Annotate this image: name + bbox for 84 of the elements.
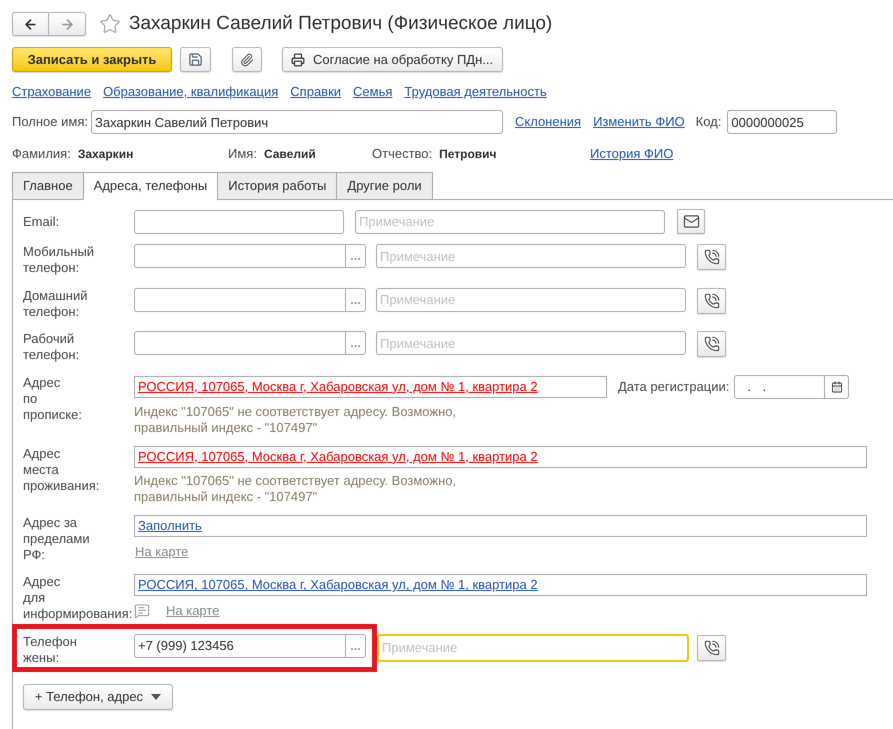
caret-icon [151, 694, 162, 700]
phone-field[interactable] [134, 244, 345, 268]
address-field[interactable]: РОССИЯ, 107065, Москва г, Хабаровская ул, дом № 1, квартира 2 [134, 446, 867, 468]
address-field[interactable]: РОССИЯ, 107065, Москва г, Хабаровская ул, дом № 1, квартира 2 [134, 574, 867, 596]
comment-icon[interactable] [134, 603, 150, 619]
save-button[interactable] [180, 47, 211, 72]
back-button[interactable] [12, 12, 49, 36]
address-field[interactable]: РОССИЯ, 107065, Москва г, Хабаровская ул, дом № 1, квартира 2 [134, 376, 607, 398]
tab[interactable]: Главное [12, 172, 84, 200]
window-title: Захаркин Савелий Петрович (Физическое лицо) [129, 12, 552, 36]
address-field[interactable]: Заполнить [134, 514, 867, 536]
section-link[interactable]: Семья [353, 84, 392, 100]
field-label: Телефон жены: [23, 634, 77, 666]
map-link[interactable]: На карте [166, 603, 220, 619]
envelope-icon [682, 213, 700, 230]
address-link[interactable]: Заполнить [138, 516, 202, 536]
note-field[interactable]: Примечание [377, 634, 689, 662]
note-field[interactable]: Примечание [376, 331, 686, 355]
field-label: Адрес места проживания: [23, 446, 100, 494]
note-field[interactable]: Примечание [376, 244, 686, 268]
field-value: Савелий [264, 146, 316, 162]
map-link[interactable]: На карте [135, 544, 188, 560]
phone-icon [704, 640, 720, 656]
field-label: Рабочий телефон: [23, 331, 80, 363]
star-icon[interactable] [99, 13, 121, 35]
field-label: Имя: [228, 146, 257, 162]
full-name-field[interactable]: Захаркин Савелий Петрович [90, 110, 503, 134]
calendar-button[interactable] [824, 374, 850, 398]
arrow-right-icon [60, 16, 74, 32]
phone-field[interactable] [134, 331, 345, 355]
call-button[interactable] [697, 288, 726, 314]
section-link[interactable]: Справки [290, 84, 342, 100]
warning-text: Индекс "107065" не соответствует адресу. Возможно, правильный индекс - "107497" [134, 404, 458, 436]
address-link[interactable]: РОССИЯ, 107065, Москва г, Хабаровская ул, дом № 1, квартира 2 [138, 575, 538, 595]
paperclip-icon [240, 52, 254, 66]
code-field[interactable]: 0000000025 [727, 110, 838, 134]
phone-icon [704, 249, 720, 265]
save-close-button[interactable]: Записать и закрыть [12, 47, 172, 72]
name-history-link[interactable]: История ФИО [590, 146, 893, 162]
address-link[interactable]: РОССИЯ, 107065, Москва г, Хабаровская ул, дом № 1, квартира 2 [138, 376, 538, 396]
call-button[interactable] [697, 331, 726, 357]
name-link[interactable]: Склонения [514, 112, 582, 132]
printer-icon [291, 52, 305, 66]
email-field[interactable] [134, 210, 344, 234]
phone-icon [704, 292, 720, 308]
section-link[interactable]: Трудовая деятельность [404, 84, 547, 100]
phone-field[interactable] [134, 288, 345, 312]
address-link[interactable]: РОССИЯ, 107065, Москва г, Хабаровская ул, дом № 1, квартира 2 [138, 446, 538, 466]
select-button[interactable] [345, 244, 366, 268]
select-button[interactable] [345, 331, 366, 355]
field-label: Email: [23, 214, 60, 230]
field-label: Отчество: [372, 146, 432, 162]
field-value: Петрович [439, 146, 497, 162]
field-label: Адрес за пределами РФ: [23, 514, 90, 562]
date-field[interactable]: . . [734, 374, 824, 398]
select-button[interactable] [345, 634, 366, 658]
tab[interactable]: История работы [217, 172, 338, 200]
tab[interactable]: Адреса, телефоны [82, 172, 218, 200]
note-field[interactable]: Примечание [355, 210, 665, 234]
phone-icon [704, 336, 720, 352]
field-value: Захаркин [78, 146, 134, 162]
print-button[interactable]: Согласие на обработку ПДн... [282, 47, 503, 72]
field-label: Дата регистрации: [618, 378, 730, 396]
name-link[interactable]: Изменить ФИО [593, 112, 685, 132]
note-field[interactable]: Примечание [376, 288, 686, 312]
call-button[interactable] [697, 244, 726, 270]
send-email-button[interactable] [677, 209, 705, 234]
field-label: Мобильный телефон: [23, 244, 94, 276]
field-label: Фамилия: [12, 146, 71, 162]
field-label: Адрес по прописке: [23, 374, 82, 422]
phone-field[interactable]: +7 (999) 123456 [134, 634, 345, 658]
section-link[interactable]: Страхование [12, 84, 92, 100]
tab[interactable]: Другие роли [336, 172, 433, 200]
select-button[interactable] [345, 288, 366, 312]
field-label: Адрес для информирования: [23, 574, 132, 622]
calendar-icon [830, 380, 843, 392]
call-button[interactable] [697, 634, 726, 661]
add-contact-button[interactable]: + Телефон, адрес [23, 684, 173, 710]
warning-text: Индекс "107065" не соответствует адресу. Возможно, правильный индекс - "107497" [134, 472, 458, 504]
section-link[interactable]: Образование, квалификация [103, 84, 278, 100]
field-label: Домашний телефон: [23, 288, 88, 320]
field-label: Полное имя: [12, 113, 88, 132]
attach-button[interactable] [232, 47, 262, 72]
field-label: Код: [696, 113, 722, 132]
